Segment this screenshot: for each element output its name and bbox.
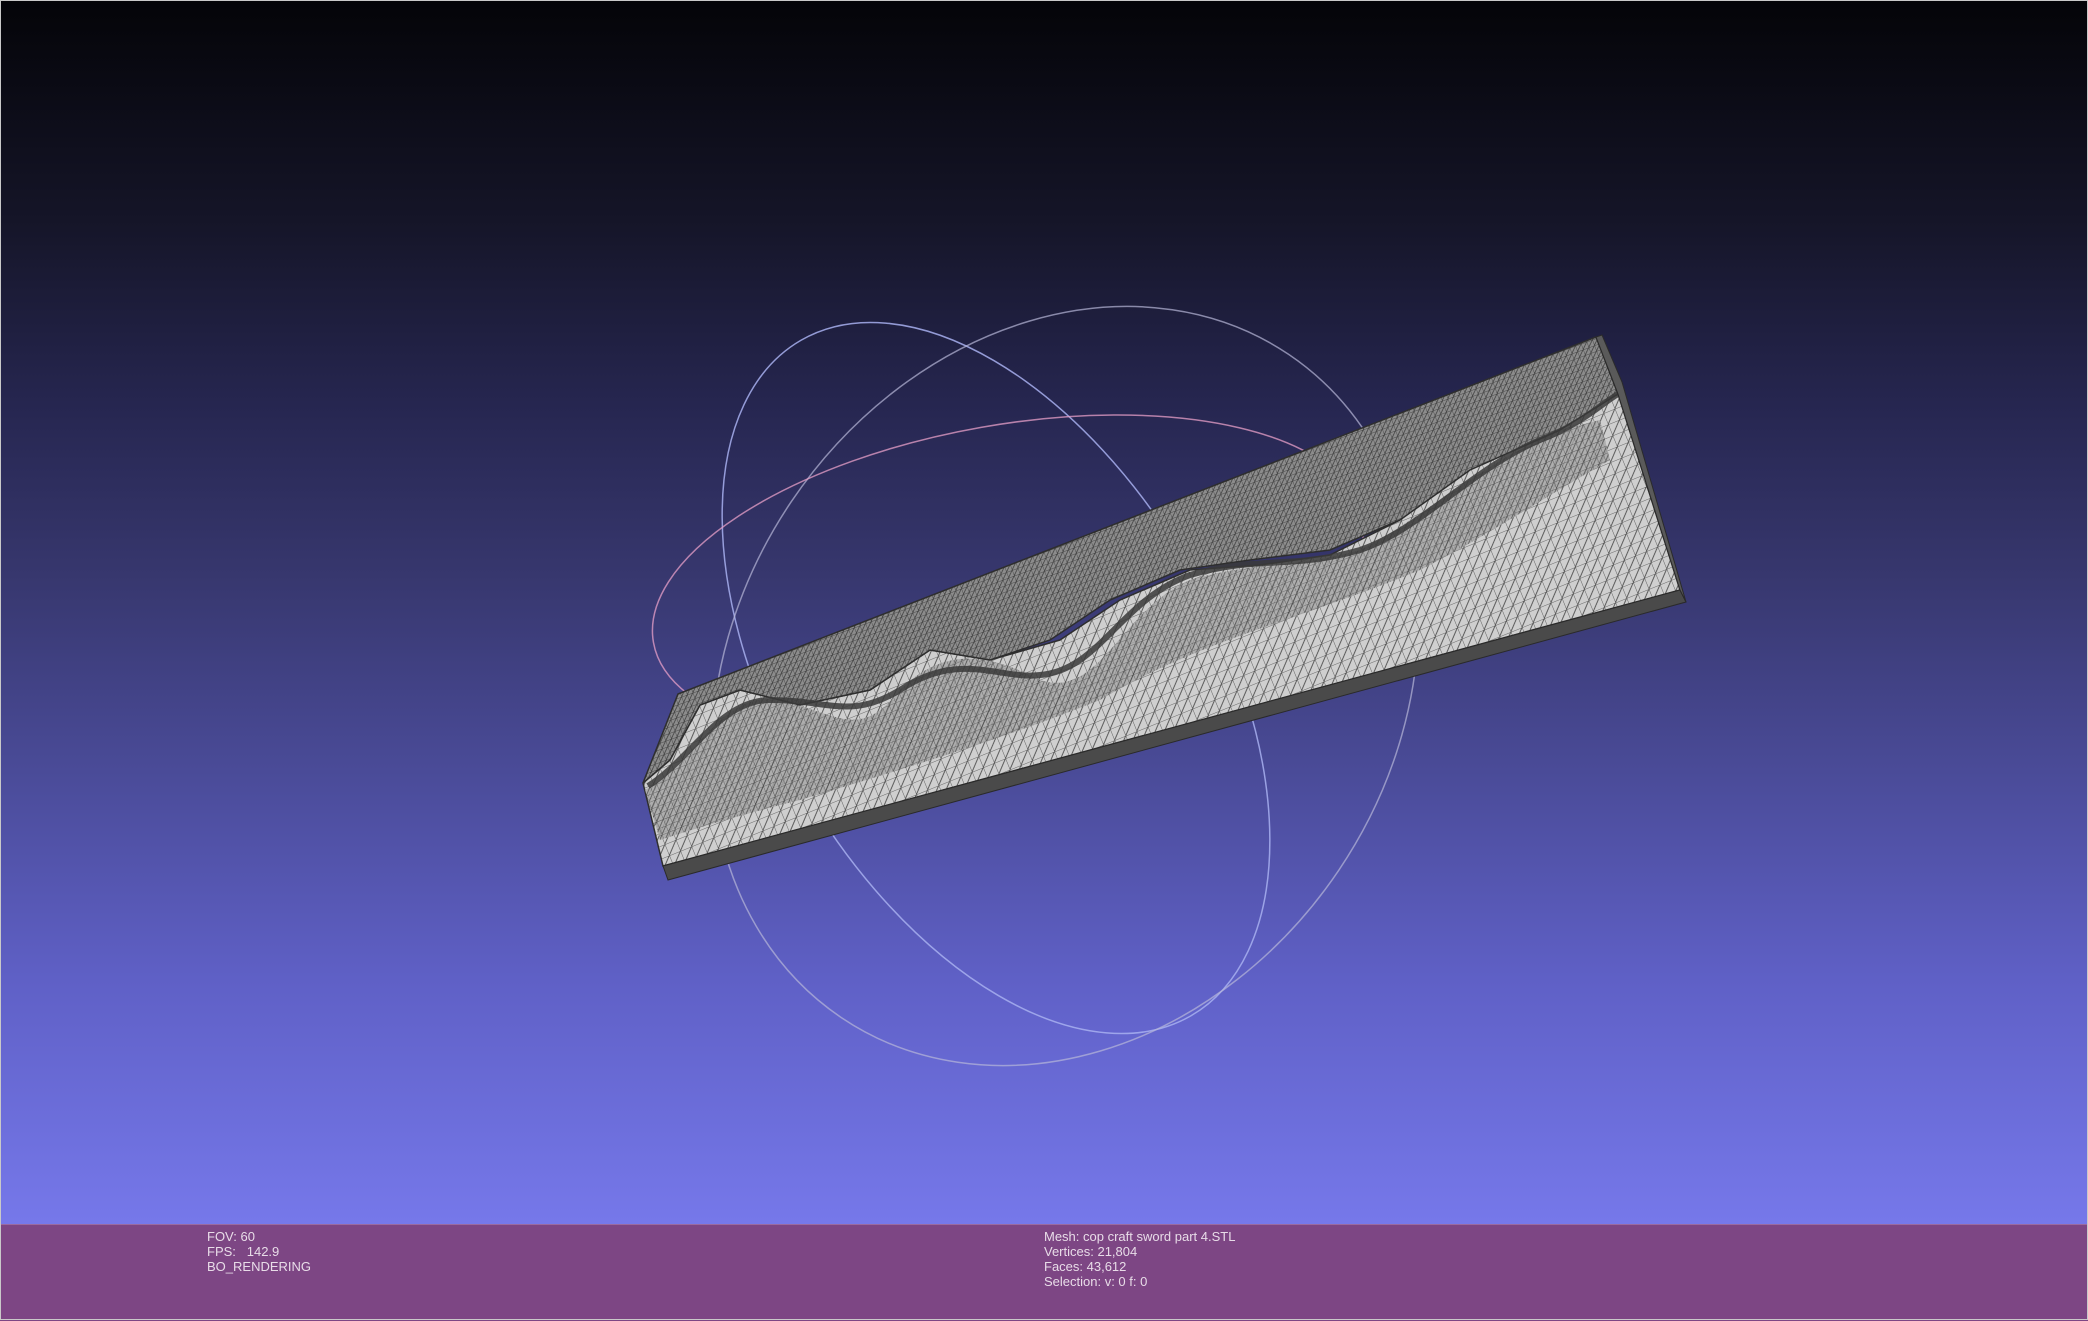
- vertex-count-label: Vertices: 21,804: [1044, 1244, 1138, 1259]
- status-bar: FOV: 60 FPS: 142.9 BO_RENDERING Mesh: co…: [0, 1224, 2088, 1321]
- fps-label: FPS: 142.9: [207, 1244, 280, 1259]
- mesh-info-panel: Mesh: cop craft sword part 4.STL Vertice…: [1044, 1229, 1235, 1289]
- face-count-label: Faces: 43,612: [1044, 1259, 1127, 1274]
- selection-label: Selection: v: 0 f: 0: [1044, 1274, 1148, 1289]
- mesh-name-label: Mesh: cop craft sword part 4.STL: [1044, 1229, 1236, 1244]
- render-info-panel: FOV: 60 FPS: 142.9 BO_RENDERING: [207, 1229, 311, 1274]
- frame-edge-top: [0, 0, 2088, 1]
- 3d-viewport[interactable]: [0, 0, 2088, 1224]
- render-mode-label: BO_RENDERING: [207, 1259, 312, 1274]
- mesh-scene[interactable]: [0, 0, 2088, 1224]
- frame-edge-left: [0, 0, 1, 1320]
- fov-label: FOV: 60: [207, 1229, 255, 1244]
